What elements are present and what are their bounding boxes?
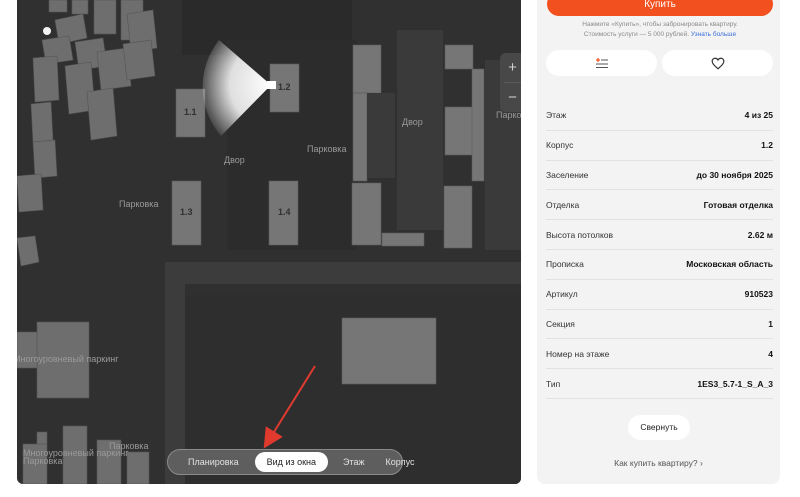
detail-row-floor: Этаж 4 из 25 xyxy=(546,101,773,131)
favorite-button[interactable] xyxy=(662,50,773,76)
map-shapes xyxy=(17,0,521,484)
building-label: 1.1 xyxy=(184,107,197,117)
detail-row-building: Корпус 1.2 xyxy=(546,131,773,161)
compare-button[interactable] xyxy=(546,50,657,76)
detail-value: Готовая отделка xyxy=(703,199,773,210)
chevron-right-icon: › xyxy=(700,458,703,468)
detail-row-section: Секция 1 xyxy=(546,310,773,340)
detail-key: Высота потолков xyxy=(546,229,614,240)
map-buildings-topleft xyxy=(17,0,158,267)
detail-key: Номер на этаже xyxy=(546,348,610,359)
zoom-control: + − xyxy=(500,53,521,112)
detail-key: Прописка xyxy=(546,259,584,270)
detail-value: 2.62 м xyxy=(747,229,773,240)
detail-row-move-in: Заселение до 30 ноября 2025 xyxy=(546,161,773,191)
map-label-parkovka: Парковка xyxy=(119,199,159,209)
detail-value: 1.2 xyxy=(761,140,773,151)
building-label: 1.4 xyxy=(278,207,291,217)
detail-key: Корпус xyxy=(546,140,574,151)
zoom-in-button[interactable]: + xyxy=(500,53,521,82)
detail-value: 4 xyxy=(768,348,773,359)
detail-row-registration: Прописка Московская область xyxy=(546,250,773,280)
tab-plan[interactable]: Планировка xyxy=(180,452,247,472)
map-label-parkovka: Парковка xyxy=(23,456,63,466)
map-marker-dot xyxy=(43,27,51,35)
detail-value: до 30 ноября 2025 xyxy=(696,169,774,180)
detail-row-type: Тип 1ES3_5.7-1_S_A_3 xyxy=(546,369,773,399)
detail-value: 1ES3_5.7-1_S_A_3 xyxy=(697,378,773,389)
collapse-button[interactable]: Свернуть xyxy=(628,415,690,440)
tab-floor[interactable]: Этаж xyxy=(335,452,373,472)
detail-key: Артикул xyxy=(546,289,578,300)
zoom-out-button[interactable]: − xyxy=(500,83,521,112)
detail-key: Тип xyxy=(546,378,561,389)
view-tabs: Планировка Вид из окна Этаж Корпус xyxy=(167,449,415,475)
building-label: 1.2 xyxy=(278,82,291,92)
detail-key: Заселение xyxy=(546,169,589,180)
building-label: 1.3 xyxy=(180,207,193,217)
tab-window-view[interactable]: Вид из окна xyxy=(254,452,329,472)
map[interactable]: 1.1 1.2 1.3 1.4 Двор Двор Парковка Парко… xyxy=(17,0,521,484)
map-label-dvor: Двор xyxy=(224,155,245,165)
booking-note-line1: Нажмите «Купить», чтобы забронировать кв… xyxy=(582,21,738,28)
details-list: Этаж 4 из 25 Корпус 1.2 Заселение до 30 ноя… xyxy=(546,101,773,399)
page: 1.1 1.2 1.3 1.4 Двор Двор Парковка Парко… xyxy=(0,0,800,497)
how-to-buy-link[interactable]: Как купить квартиру? › xyxy=(537,458,780,468)
detail-value: 4 из 25 xyxy=(744,110,773,121)
learn-more-link[interactable]: Узнать больше xyxy=(691,31,736,38)
detail-row-article: Артикул 910523 xyxy=(546,280,773,310)
detail-key: Секция xyxy=(546,318,575,329)
booking-note-line2: Стоимость услуги — 5 000 рублей. Узнать … xyxy=(547,30,773,40)
view-point xyxy=(267,81,276,89)
detail-value: Московская область xyxy=(686,259,773,270)
compare-icon xyxy=(595,58,608,68)
detail-value: 910523 xyxy=(744,289,773,300)
buy-button[interactable]: Купить xyxy=(547,0,773,16)
detail-row-ceiling: Высота потолков 2.62 м xyxy=(546,220,773,250)
map-label-parking: Многоуровневый паркинг xyxy=(17,354,119,364)
booking-note: Нажмите «Купить», чтобы забронировать кв… xyxy=(547,20,773,40)
detail-key: Этаж xyxy=(546,110,567,121)
booking-note-price: Стоимость услуги — 5 000 рублей. xyxy=(583,31,690,38)
how-to-buy-label: Как купить квартиру? xyxy=(614,458,698,468)
apartment-details-panel: Купить Нажмите «Купить», чтобы заброниро… xyxy=(537,0,780,484)
heart-icon xyxy=(711,57,724,70)
detail-value: 1 xyxy=(768,318,773,329)
detail-row-number-on-floor: Номер на этаже 4 xyxy=(546,339,773,370)
tab-building[interactable]: Корпус xyxy=(378,452,423,472)
map-label-parkovka: Парковка xyxy=(307,144,347,154)
map-label-dvor: Двор xyxy=(402,117,423,127)
map-road xyxy=(165,262,521,284)
detail-row-finish: Отделка Готовая отделка xyxy=(546,190,773,221)
detail-key: Отделка xyxy=(546,199,580,210)
